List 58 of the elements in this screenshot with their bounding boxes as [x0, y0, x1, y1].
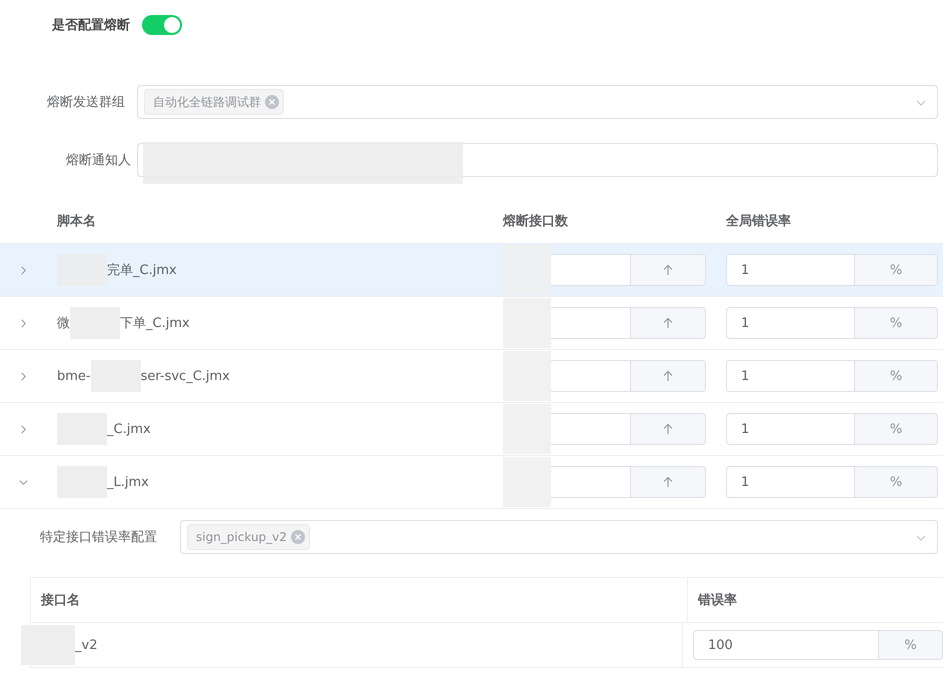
arrow-up-icon	[662, 264, 674, 276]
redaction-block	[503, 351, 551, 401]
number-input-group[interactable]	[551, 307, 706, 339]
unit-label: %	[854, 255, 937, 285]
upload-button[interactable]	[630, 255, 705, 285]
rate-input-group[interactable]: 1 %	[726, 360, 938, 392]
column-header: 全局错误率	[726, 212, 792, 230]
field-label: 是否配置熔断	[52, 16, 131, 34]
rate-input-group[interactable]: 1 %	[726, 413, 938, 445]
script-name: 下单_C.jmx	[120, 315, 190, 332]
unit-label: %	[854, 414, 937, 444]
upload-button[interactable]	[630, 414, 705, 444]
column-header: 熔断接口数	[503, 212, 569, 230]
unit-label: %	[854, 308, 937, 338]
table-row[interactable]: bme- ser-svc_C.jmx 1 %	[0, 350, 943, 403]
arrow-up-icon	[662, 423, 674, 435]
table-row[interactable]: _C.jmx 1 %	[0, 403, 943, 456]
script-name: 完单_C.jmx	[107, 262, 177, 279]
close-icon[interactable]	[265, 95, 279, 109]
rate-input-group[interactable]: 1 %	[726, 254, 938, 286]
interface-name: _v2	[75, 638, 98, 652]
script-name: _L.jmx	[107, 474, 149, 490]
field-label: 熔断通知人	[65, 152, 132, 169]
script-name: 微	[57, 315, 70, 332]
arrow-up-icon	[662, 370, 674, 382]
number-input-group[interactable]	[551, 254, 706, 286]
table-row[interactable]: 微 下单_C.jmx 1 %	[0, 297, 943, 350]
redaction-block	[503, 298, 551, 348]
tag-text: sign_pickup_v2	[196, 530, 287, 544]
arrow-up-icon	[662, 317, 674, 329]
field-label: 特定接口错误率配置	[39, 529, 158, 546]
close-icon[interactable]	[290, 530, 305, 544]
number-input-group[interactable]	[551, 360, 706, 392]
toggle-switch[interactable]	[142, 15, 182, 35]
upload-button[interactable]	[630, 467, 705, 497]
column-header: 接口名	[31, 578, 688, 622]
unit-label: %	[878, 631, 942, 659]
column-header: 脚本名	[57, 212, 97, 230]
script-name: _C.jmx	[107, 422, 151, 436]
rate-input-group[interactable]: 1 %	[726, 466, 938, 498]
redaction-block	[503, 457, 551, 507]
number-input-group[interactable]	[551, 466, 706, 498]
redaction-block	[503, 404, 551, 454]
script-name: ser-svc_C.jmx	[140, 368, 230, 384]
tag-text: 自动化全链路调试群	[153, 94, 261, 110]
unit-label: %	[854, 467, 937, 497]
table-row[interactable]: 完单_C.jmx 1 %	[0, 244, 943, 297]
rate-input-group[interactable]: 100 %	[693, 630, 943, 660]
number-input-group[interactable]	[551, 413, 706, 445]
rate-input-group[interactable]: 1 %	[726, 307, 938, 339]
column-header: 错误率	[696, 592, 738, 610]
arrow-up-icon	[662, 476, 674, 488]
table-row[interactable]: _L.jmx 1 %	[0, 456, 943, 509]
field-label: 熔断发送群组	[46, 94, 126, 111]
upload-button[interactable]	[630, 308, 705, 338]
unit-label: %	[854, 361, 937, 391]
script-name: bme-	[57, 368, 91, 384]
upload-button[interactable]	[630, 361, 705, 391]
